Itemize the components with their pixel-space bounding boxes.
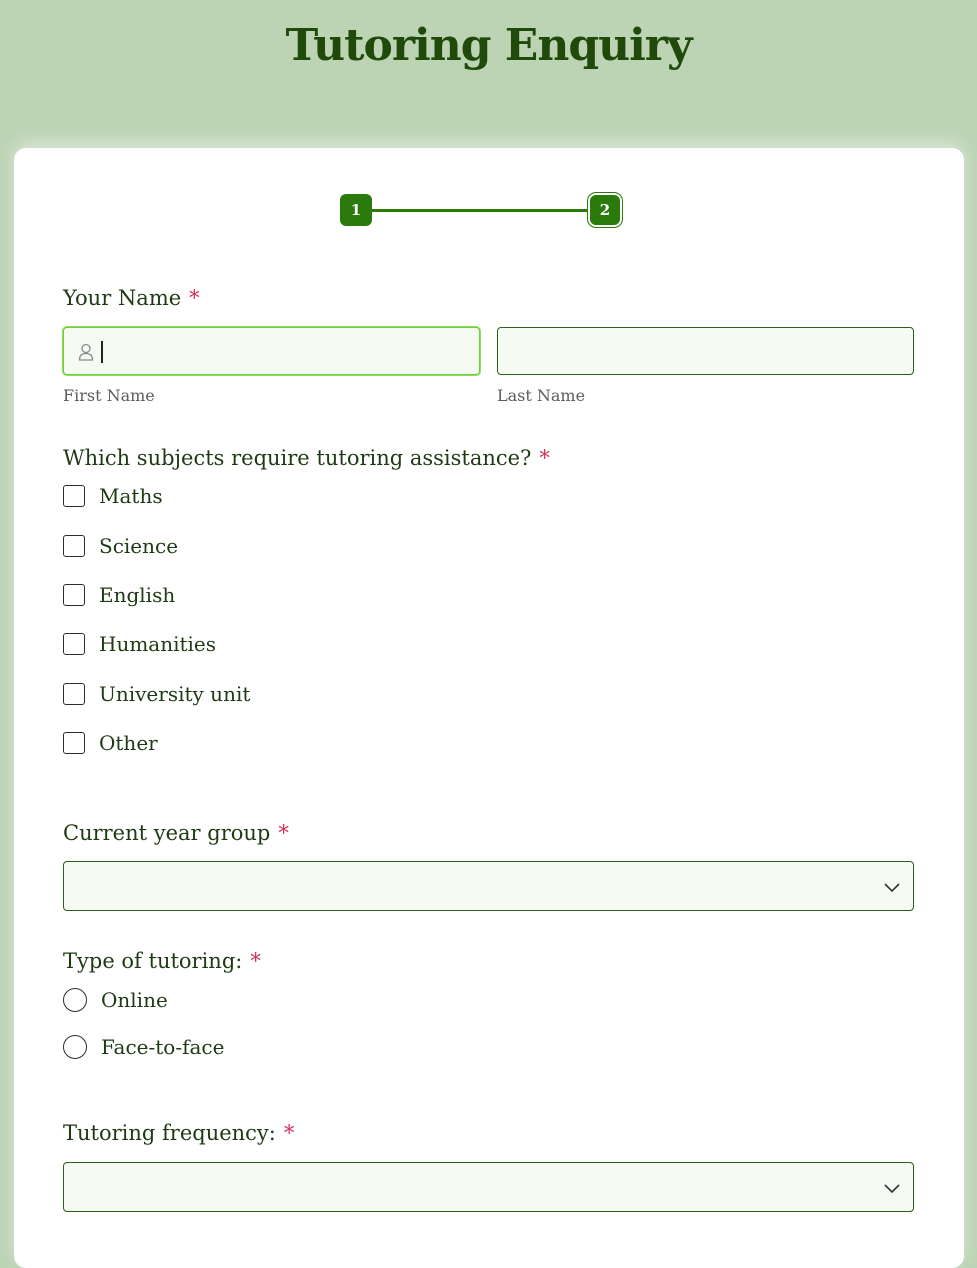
first-name-sublabel: First Name bbox=[63, 386, 155, 405]
option-label: Face-to-face bbox=[101, 1035, 225, 1059]
form-card: 1 2 Your Name * First Name Last Name Whic… bbox=[14, 148, 964, 1268]
required-asterisk: * bbox=[539, 446, 550, 470]
name-label-text: Your Name bbox=[63, 286, 182, 310]
frequency-label-text: Tutoring frequency: bbox=[63, 1121, 276, 1145]
required-asterisk: * bbox=[278, 821, 289, 845]
subject-option-humanities[interactable]: Humanities bbox=[63, 632, 216, 656]
step-1-indicator[interactable]: 1 bbox=[340, 194, 372, 226]
option-label: University unit bbox=[99, 682, 251, 706]
option-label: Online bbox=[101, 988, 168, 1012]
radio-button[interactable] bbox=[63, 1035, 87, 1059]
option-label: Science bbox=[99, 534, 179, 558]
checkbox[interactable] bbox=[63, 633, 85, 655]
step-2-indicator[interactable]: 2 bbox=[590, 195, 620, 225]
subject-option-english[interactable]: English bbox=[63, 583, 175, 607]
option-label: English bbox=[99, 583, 176, 607]
tutoring-type-label-text: Type of tutoring: bbox=[63, 949, 243, 973]
subject-option-science[interactable]: Science bbox=[63, 534, 178, 558]
required-asterisk: * bbox=[250, 949, 261, 973]
person-icon bbox=[78, 343, 94, 365]
checkbox[interactable] bbox=[63, 584, 85, 606]
subject-option-other[interactable]: Other bbox=[63, 731, 158, 755]
frequency-select[interactable] bbox=[63, 1162, 914, 1212]
page-title: Tutoring Enquiry bbox=[285, 20, 692, 71]
stepper-connector bbox=[372, 209, 590, 212]
first-name-input[interactable] bbox=[63, 327, 480, 375]
tutoring-option-face-to-face[interactable]: Face-to-face bbox=[63, 1035, 224, 1059]
checkbox[interactable] bbox=[63, 683, 85, 705]
option-label: Other bbox=[99, 731, 158, 755]
frequency-label: Tutoring frequency: * bbox=[63, 1121, 294, 1145]
name-label: Your Name * bbox=[63, 286, 200, 310]
checkbox[interactable] bbox=[63, 732, 85, 754]
tutoring-option-online[interactable]: Online bbox=[63, 988, 168, 1012]
tutoring-type-label: Type of tutoring: * bbox=[63, 949, 261, 973]
subject-option-maths[interactable]: Maths bbox=[63, 484, 163, 508]
checkbox[interactable] bbox=[63, 535, 85, 557]
radio-button[interactable] bbox=[63, 988, 87, 1012]
subjects-label: Which subjects require tutoring assistan… bbox=[63, 446, 550, 470]
year-group-label-text: Current year group bbox=[63, 821, 271, 845]
subject-option-university-unit[interactable]: University unit bbox=[63, 682, 250, 706]
last-name-sublabel: Last Name bbox=[497, 386, 586, 405]
year-group-select[interactable] bbox=[63, 861, 914, 911]
required-asterisk: * bbox=[283, 1121, 295, 1145]
chevron-down-icon bbox=[883, 879, 901, 898]
option-label: Humanities bbox=[99, 632, 217, 656]
year-group-label: Current year group * bbox=[63, 821, 289, 845]
subjects-label-text: Which subjects require tutoring assistan… bbox=[63, 446, 532, 470]
text-cursor bbox=[101, 341, 103, 363]
chevron-down-icon bbox=[883, 1180, 901, 1199]
required-asterisk: * bbox=[189, 286, 200, 310]
last-name-input[interactable] bbox=[497, 327, 914, 375]
checkbox[interactable] bbox=[63, 485, 85, 507]
option-label: Maths bbox=[99, 484, 163, 508]
